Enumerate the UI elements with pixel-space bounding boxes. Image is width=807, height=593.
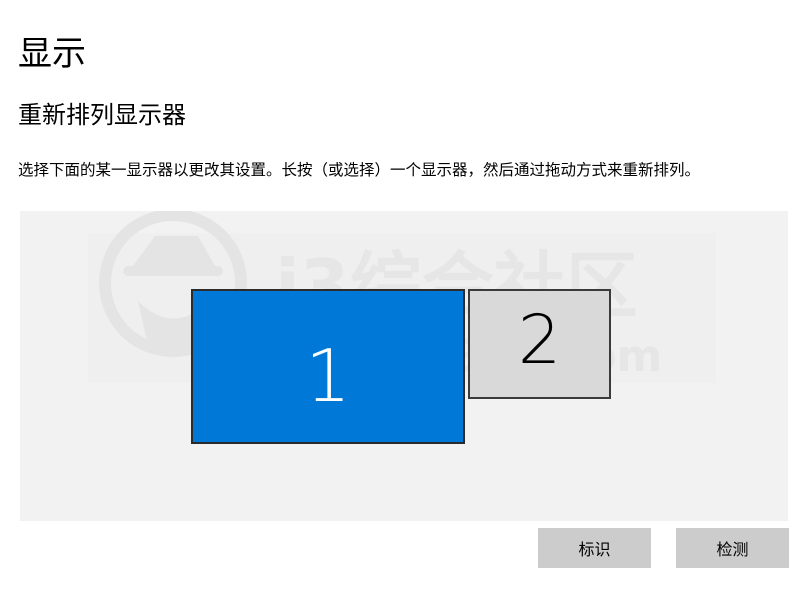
monitor-number: 1 bbox=[305, 333, 351, 418]
section-title-rearrange: 重新排列显示器 bbox=[18, 101, 186, 129]
display-arrangement-canvas[interactable]: i3综合社区 www.i3zh.com 1 2 bbox=[20, 211, 788, 521]
monitor-2[interactable]: 2 bbox=[468, 289, 611, 399]
page-title: 显示 bbox=[18, 34, 86, 74]
detect-button[interactable]: 检测 bbox=[676, 528, 789, 568]
identify-button[interactable]: 标识 bbox=[538, 528, 651, 568]
rearrange-description: 选择下面的某一显示器以更改其设置。长按（或选择）一个显示器，然后通过拖动方式来重… bbox=[18, 161, 701, 179]
monitor-1[interactable]: 1 bbox=[191, 289, 465, 444]
monitor-number: 2 bbox=[517, 301, 562, 380]
